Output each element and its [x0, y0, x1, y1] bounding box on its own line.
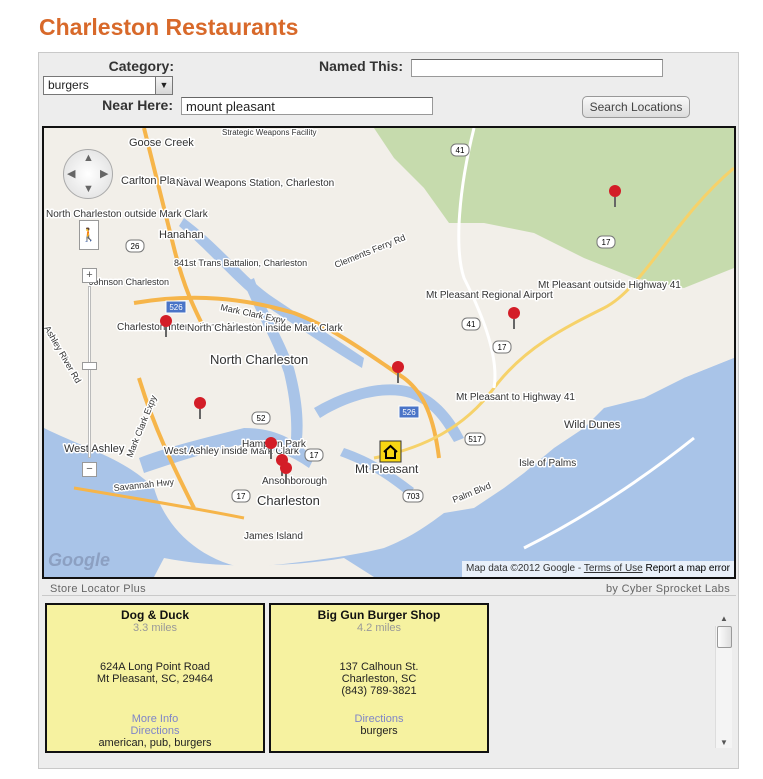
map-label-johnson: Johnson Charleston: [89, 277, 169, 287]
route-shield: 41: [450, 143, 470, 157]
pan-up-icon[interactable]: ▲: [83, 152, 94, 164]
zoom-in-button[interactable]: +: [82, 268, 97, 283]
svg-text:517: 517: [468, 435, 482, 444]
map-label-james-island: James Island: [244, 531, 303, 542]
map-label-nc-inside: North Charleston inside Mark Clark: [187, 323, 344, 334]
map-label-mtp-to-41: Mt Pleasant to Highway 41: [456, 392, 575, 403]
pegman-icon[interactable]: 🚶: [79, 220, 99, 250]
result-distance: 3.3 miles: [132, 622, 178, 634]
search-locations-button[interactable]: Search Locations: [582, 96, 690, 118]
pan-control[interactable]: ▲ ▼ ◀ ▶: [63, 149, 113, 199]
svg-text:526: 526: [402, 408, 416, 417]
map-label-mt-pleasant: Mt Pleasant: [355, 462, 419, 476]
credit-bar: Store Locator Plus by Cyber Sprocket Lab…: [42, 581, 736, 596]
store-locator-panel: Category: burgers ▼ Named This: Near Her…: [38, 52, 739, 769]
result-card[interactable]: Big Gun Burger Shop 4.2 miles 137 Calhou…: [269, 603, 489, 753]
svg-text:41: 41: [467, 320, 476, 329]
pan-right-icon[interactable]: ▶: [100, 167, 108, 180]
map-label-strategic: Strategic Weapons Facility: [222, 128, 317, 137]
result-distance: 4.2 miles: [356, 622, 402, 634]
map-attribution: Map data ©2012 Google - Terms of Use Rep…: [461, 561, 734, 577]
result-card[interactable]: Dog & Duck 3.3 miles 624A Long Point Roa…: [45, 603, 265, 753]
route-shield: 17: [304, 448, 324, 462]
category-select-value: burgers: [48, 78, 89, 92]
named-this-label: Named This:: [318, 58, 403, 74]
results-list[interactable]: Dog & Duck 3.3 miles 624A Long Point Roa…: [42, 600, 736, 766]
pan-down-icon[interactable]: ▼: [83, 183, 94, 195]
result-tags: american, pub, burgers: [98, 737, 212, 749]
home-icon[interactable]: [379, 440, 402, 463]
map-label-goose-creek: Goose Creek: [129, 137, 194, 149]
map-label-north-charleston: North Charleston: [210, 352, 308, 367]
map-label-battalion: 841st Trans Battalion, Charleston: [174, 258, 307, 268]
near-here-input[interactable]: mount pleasant: [181, 97, 433, 115]
chevron-down-icon[interactable]: ▼: [155, 77, 172, 94]
map-label-ansonborough: Ansonborough: [262, 476, 327, 487]
category-label: Category:: [108, 58, 174, 74]
route-shield: 526: [398, 405, 420, 419]
svg-text:17: 17: [310, 451, 319, 460]
result-address-line2: Charleston, SC: [341, 673, 417, 685]
map-label-nc-outside: North Charleston outside Mark Clark: [46, 209, 209, 220]
scroll-up-icon[interactable]: ▲: [720, 614, 728, 623]
directions-link[interactable]: Directions: [271, 713, 487, 725]
route-shield: 703: [402, 489, 424, 503]
map-label-west-ashley: West Ashley: [64, 443, 125, 455]
store-locator-plus-text: Store Locator Plus: [50, 583, 146, 595]
map-label-isle-of-palms: Isle of Palms: [519, 458, 576, 469]
route-shield: 26: [125, 239, 145, 253]
scrollbar-thumb[interactable]: [717, 626, 732, 648]
route-shield: 41: [461, 317, 481, 331]
results-scrollbar[interactable]: ▲ ▼: [715, 614, 732, 748]
route-shield: 17: [492, 340, 512, 354]
svg-text:52: 52: [257, 414, 266, 423]
result-address-line1: 624A Long Point Road: [99, 661, 211, 673]
scroll-down-icon[interactable]: ▼: [720, 738, 728, 747]
pan-left-icon[interactable]: ◀: [67, 167, 75, 180]
svg-text:526: 526: [169, 303, 183, 312]
named-this-input[interactable]: [411, 59, 663, 77]
map-label-charleston: Charleston: [257, 493, 320, 508]
google-logo[interactable]: Google: [48, 550, 110, 571]
result-phone: (843) 789-3821: [341, 685, 417, 697]
zoom-slider-track[interactable]: [88, 286, 91, 458]
svg-text:17: 17: [498, 343, 507, 352]
svg-text:17: 17: [237, 492, 246, 501]
map-label-mtp-outside: Mt Pleasant outside Highway 41: [538, 280, 681, 291]
more-info-link[interactable]: More Info: [47, 713, 263, 725]
map-label-wild-dunes: Wild Dunes: [564, 419, 621, 431]
terms-of-use-link[interactable]: Terms of Use: [584, 563, 643, 574]
result-tags: burgers: [360, 725, 398, 737]
svg-text:703: 703: [406, 492, 420, 501]
category-select[interactable]: burgers ▼: [43, 76, 173, 95]
svg-text:26: 26: [131, 242, 140, 251]
result-address-line1: 137 Calhoun St.: [339, 661, 419, 673]
result-address-line2: Mt Pleasant, SC, 29464: [96, 673, 214, 685]
map-label-hanahan: Hanahan: [159, 229, 204, 241]
directions-link[interactable]: Directions: [47, 725, 263, 737]
route-shield: 517: [464, 432, 486, 446]
zoom-out-button[interactable]: −: [82, 462, 97, 477]
route-shield: 17: [231, 489, 251, 503]
route-shield: 52: [251, 411, 271, 425]
route-shield: 526: [165, 300, 187, 314]
map-label-mtp-airport: Mt Pleasant Regional Airport: [426, 290, 553, 301]
page-title: Charleston Restaurants: [39, 14, 299, 40]
result-name: Big Gun Burger Shop: [317, 608, 441, 622]
map-label-naval: Naval Weapons Station, Charleston: [176, 178, 334, 189]
report-map-error-link[interactable]: Report a map error: [646, 563, 730, 574]
map-canvas[interactable]: Goose Creek Strategic Weapons Facility C…: [44, 128, 734, 577]
near-here-label: Near Here:: [102, 97, 173, 113]
svg-text:17: 17: [602, 238, 611, 247]
zoom-slider-handle[interactable]: [82, 362, 97, 370]
svg-text:41: 41: [456, 146, 465, 155]
map-data-text: Map data ©2012 Google -: [465, 563, 582, 574]
cyber-sprocket-credit: by Cyber Sprocket Labs: [606, 583, 730, 595]
route-shield: 17: [596, 235, 616, 249]
result-name: Dog & Duck: [120, 608, 189, 622]
map[interactable]: Goose Creek Strategic Weapons Facility C…: [42, 126, 736, 579]
